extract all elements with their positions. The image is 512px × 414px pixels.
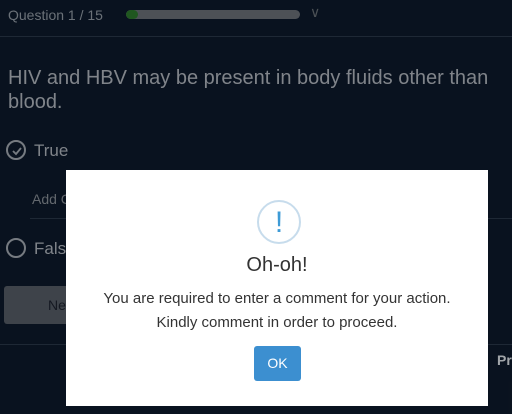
- dialog-message: You are required to enter a comment for …: [66, 287, 488, 335]
- exclamation-glyph: !: [274, 206, 284, 239]
- dialog-message-line2: Kindly comment in order to proceed.: [156, 314, 398, 331]
- dialog-title: Oh-oh!: [246, 254, 308, 276]
- dialog-message-line1: You are required to enter a comment for …: [103, 290, 451, 307]
- ok-button[interactable]: OK: [254, 346, 301, 381]
- info-icon: !: [257, 200, 301, 244]
